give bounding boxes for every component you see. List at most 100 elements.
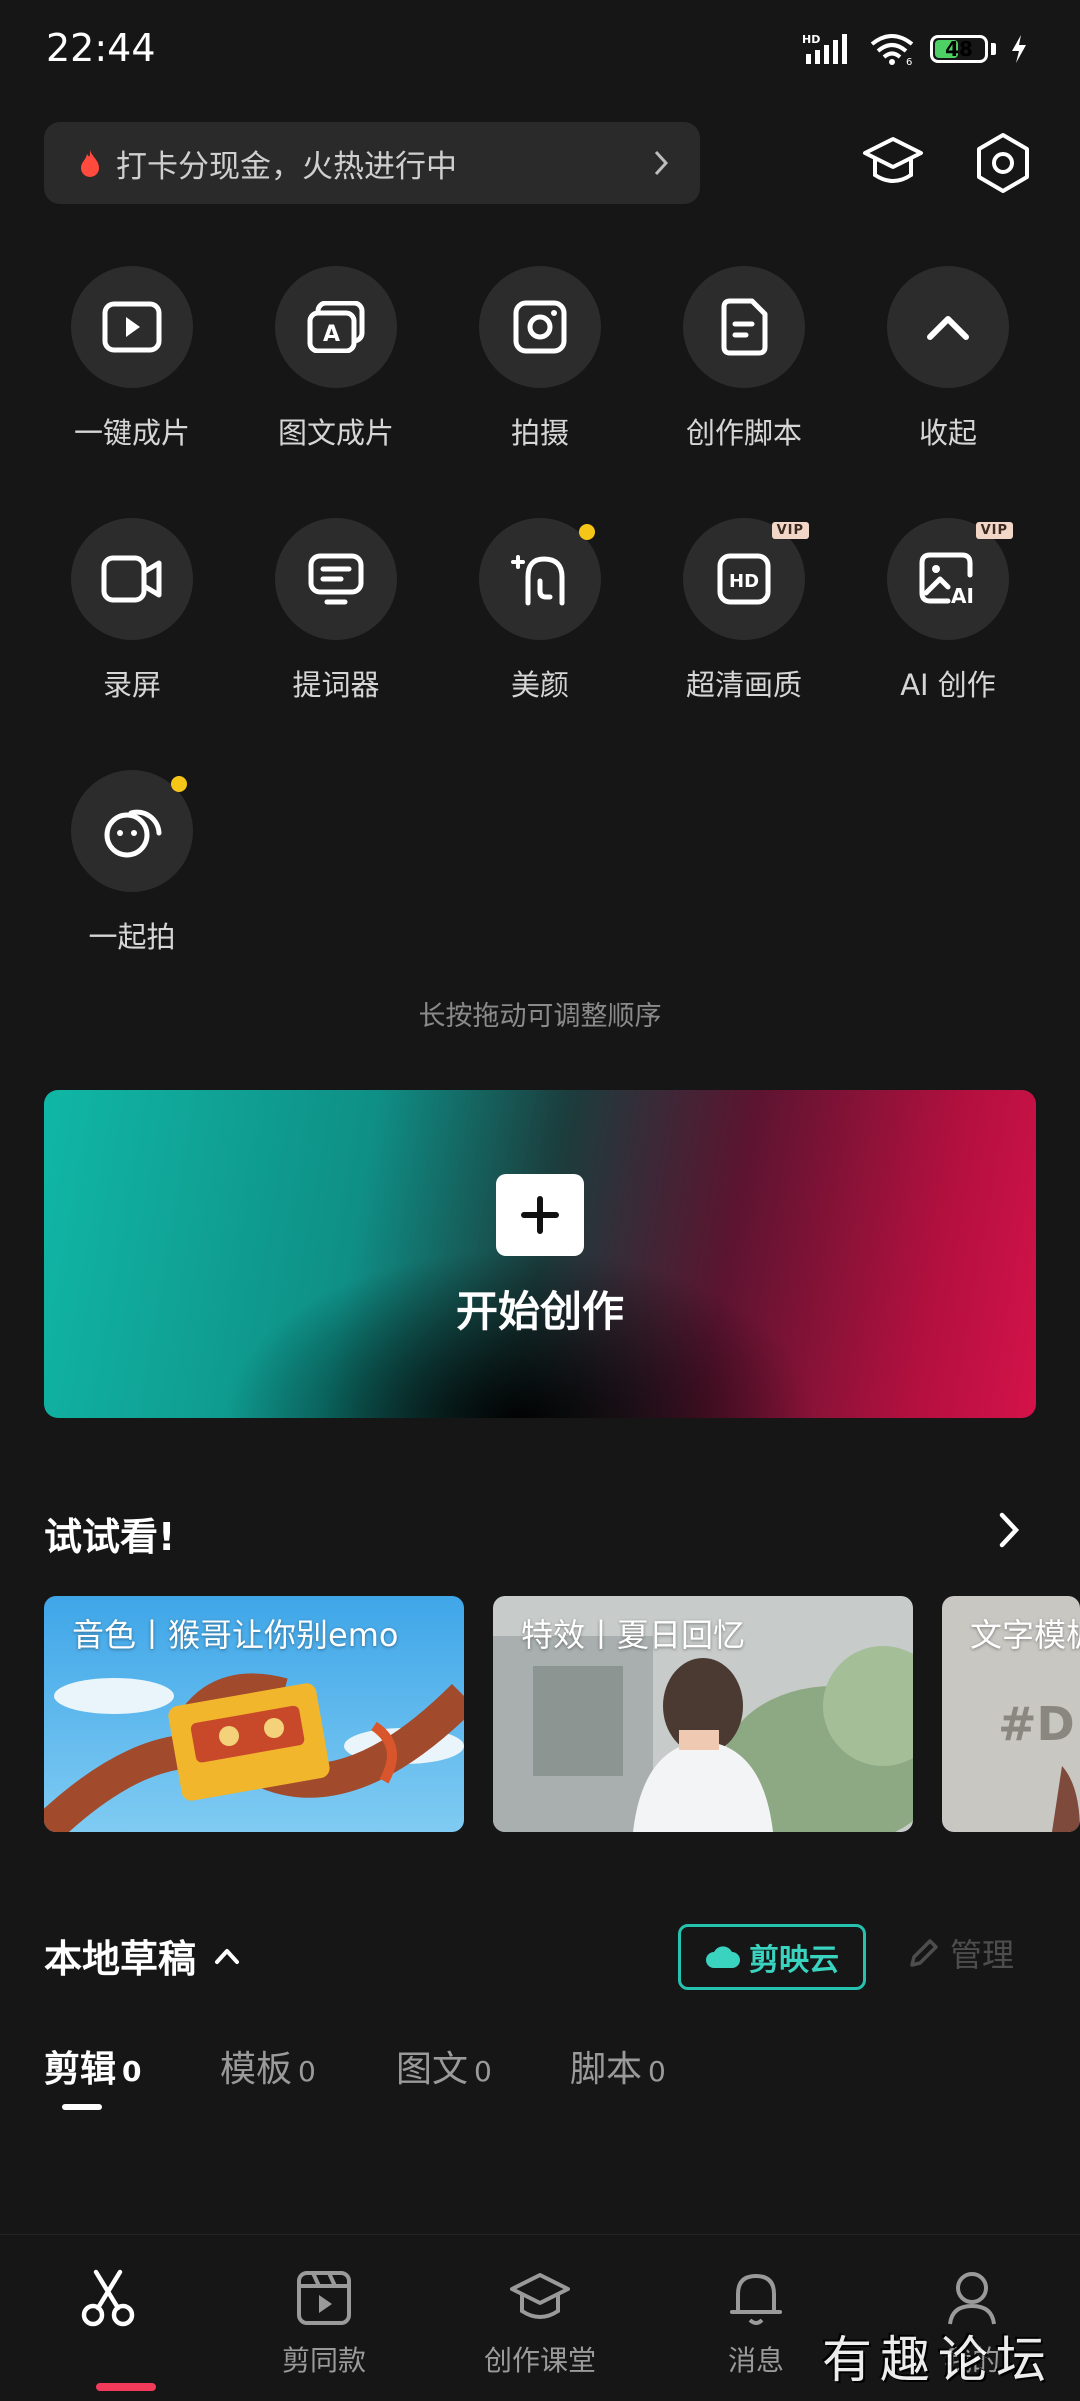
nav-label: 创作课堂 [483,2344,596,2377]
chevron-right-icon [654,150,669,176]
nav-label: 消息 [727,2344,784,2377]
settings-button[interactable] [968,128,1038,198]
charging-icon [1012,35,1026,63]
graduation-cap-icon [450,2265,630,2331]
quick-action-beauty[interactable]: 美颜 [450,518,630,704]
try-card-voice[interactable]: 音色丨猴哥让你别emo [44,1596,464,1832]
tab-label: 模板 [220,2049,293,2090]
card-title: 文字模板 [970,1616,1080,1654]
quick-action-circle [71,770,193,892]
nav-messages[interactable]: 消息 [666,2265,846,2379]
camera-icon [513,300,567,354]
svg-text:A: A [323,322,340,347]
quick-action-text-to-video[interactable]: A 图文成片 [246,266,426,452]
hd-icon: HD [717,553,771,605]
tab-label: 脚本 [570,2049,643,2090]
quick-action-script[interactable]: 创作脚本 [654,266,834,452]
plus-icon [496,1174,584,1256]
promo-text: 打卡分现金，火热进行中 [116,148,457,185]
quick-action-one-click[interactable]: 一键成片 [42,266,222,452]
duo-face-icon [104,809,162,858]
new-indicator-dot [579,524,595,540]
quick-action-label: 一起拍 [88,920,176,954]
battery-level: 48 [945,37,973,61]
ai-image-icon: AI [919,552,974,607]
document-icon [721,298,768,356]
cloud-button[interactable]: 剪映云 [678,1924,866,1990]
svg-text:#D: #D [998,1697,1075,1751]
wifi-icon: 6 [870,34,914,66]
tab-image-text[interactable]: 图文 0 [396,2040,492,2092]
play-icon [102,301,162,353]
quick-action-shoot-together[interactable]: 一起拍 [42,770,222,956]
signal-icon: HD [802,33,847,64]
video-camera-icon [101,555,162,603]
svg-text:HD: HD [802,33,820,46]
quick-action-label: 一键成片 [73,416,190,450]
chevron-up-icon [927,316,969,340]
quick-action-circle: HD VIP [683,518,809,640]
promo-banner[interactable]: 打卡分现金，火热进行中 [44,122,700,204]
quick-action-label: 超清画质 [685,668,802,702]
quick-action-circle [275,518,397,640]
course-button[interactable] [858,128,928,198]
quick-action-ai-create[interactable]: AI VIP AI 创作 [858,518,1038,704]
gear-icon [977,133,1029,193]
tab-edit[interactable]: 剪辑 0 [44,2040,142,2092]
try-section-title: 试试看! [44,1515,176,1559]
tab-count: 0 [474,2055,492,2088]
quick-action-label: 美颜 [510,668,569,702]
quick-action-label: 收起 [918,416,977,450]
nav-templates[interactable]: 剪同款 [234,2265,414,2379]
scissors-icon [18,2265,198,2331]
quick-action-circle [683,266,805,388]
status-icons: HD 6 48 [802,32,1028,66]
quick-action-collapse[interactable]: 收起 [858,266,1038,452]
nav-courses[interactable]: 创作课堂 [450,2265,630,2379]
drafts-title: 本地草稿 [44,1937,197,1981]
tab-script[interactable]: 脚本 0 [570,2040,666,2092]
status-time: 22:44 [46,26,156,70]
quick-action-circle: A [275,266,397,388]
manage-button[interactable]: 管理 [908,1930,1014,1976]
graduation-cap-icon [863,137,923,183]
teleprompter-icon [308,553,364,605]
quick-action-shoot[interactable]: 拍摄 [450,266,630,452]
quick-action-label: 图文成片 [277,416,394,450]
quick-action-screen-record[interactable]: 录屏 [42,518,222,704]
manage-label: 管理 [950,1936,1015,1974]
battery-cap [991,43,996,55]
svg-text:6: 6 [906,57,912,66]
chevron-right-icon [999,1512,1020,1548]
vip-badge: VIP [975,522,1013,539]
cloud-icon [706,1946,740,1968]
start-creating-button[interactable]: 开始创作 [44,1090,1036,1418]
quick-action-label: 录屏 [102,668,161,702]
try-card-text-template[interactable]: #D 文字模板 [942,1596,1080,1832]
tab-label: 剪辑 [44,2049,117,2090]
quick-action-hd-quality[interactable]: HD VIP 超清画质 [654,518,834,704]
nav-edit[interactable] [18,2265,198,2391]
bell-icon [666,2265,846,2331]
cloud-label: 剪映云 [749,1943,839,1978]
quick-action-circle [479,518,601,640]
quick-action-teleprompter[interactable]: 提词器 [246,518,426,704]
new-indicator-dot [171,776,187,792]
card-title: 音色丨猴哥让你别emo [72,1616,399,1654]
try-card-effect[interactable]: 特效丨夏日回忆 [493,1596,913,1832]
quick-action-circle [71,266,193,388]
watermark: 有趣论坛 [822,2331,1054,2389]
text-card-icon: A [307,301,365,353]
try-section-more-button[interactable] [996,1510,1022,1554]
chevron-up-icon [215,1948,240,1964]
tab-template[interactable]: 模板 0 [220,2040,316,2092]
svg-text:HD: HD [729,571,759,592]
quick-action-label: 创作脚本 [685,416,802,450]
tab-label: 图文 [396,2049,469,2090]
card-title: 特效丨夏日回忆 [521,1616,746,1654]
quick-action-circle [887,266,1009,388]
svg-text:AI: AI [951,584,974,607]
drafts-header-toggle[interactable]: 本地草稿 [44,1928,240,1983]
quick-action-label: AI 创作 [900,668,996,702]
tab-count: 0 [298,2055,316,2088]
